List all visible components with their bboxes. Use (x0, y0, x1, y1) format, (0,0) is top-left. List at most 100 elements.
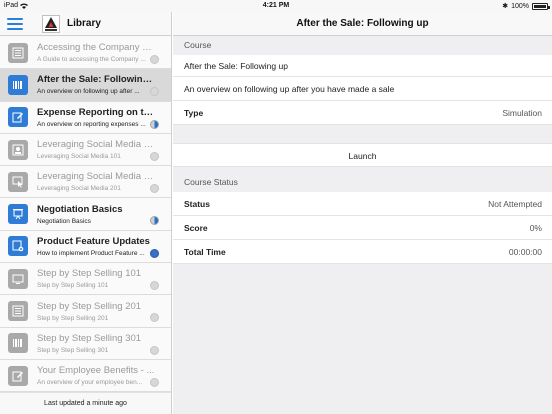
sidebar-item[interactable]: Leveraging Social Media fo... Leveraging … (0, 133, 171, 167)
battery-icon (532, 2, 550, 10)
sidebar-item-subtitle: Step by Step Selling 301 (37, 346, 109, 354)
total-time-value: 00:00:00 (508, 246, 542, 257)
pencil-note-icon (8, 365, 28, 386)
bluetooth-icon: ✱ (502, 3, 509, 10)
clock: 4:21 PM (262, 2, 290, 9)
course-description: An overview on following up after you ha… (184, 83, 395, 94)
type-row: Type Simulation (173, 101, 552, 125)
sidebar-item-title: Your Employee Benefits - ... (37, 365, 155, 377)
sidebar-item-title: Step by Step Selling 201 (37, 300, 142, 312)
sidebar-item[interactable]: Step by Step Selling 301 Step by Step Sel… (0, 327, 171, 360)
course-section-label: Course (184, 40, 212, 50)
sidebar-item-title: After the Sale: Following up (37, 74, 155, 86)
total-time-row: Total Time 00:00:00 (173, 240, 552, 264)
progress-status-icon (150, 216, 159, 226)
document-list-icon (8, 42, 28, 63)
course-detail: After the Sale: Following up Course Afte… (173, 12, 552, 414)
sidebar-item-subtitle: Step by Step Selling 101 (37, 282, 109, 290)
sidebar-item-text: Expense Reporting on the ... An overview … (37, 107, 155, 128)
page-title: After the Sale: Following up (173, 12, 552, 36)
library-sidebar: Library Accessing the Company Be... A Gui… (0, 12, 172, 414)
status-bar: iPad 4:21 PM ✱ 100% (0, 0, 552, 12)
progress-status-icon (150, 345, 159, 355)
sidebar-item[interactable]: Product Feature Updates How to implement … (0, 230, 171, 264)
sidebar-item-title: Accessing the Company Be... (37, 42, 155, 54)
sidebar-item[interactable]: Your Employee Benefits - ... An overview … (0, 359, 171, 393)
sidebar-item-text: Step by Step Selling 201 Step by Step Sel… (37, 301, 155, 322)
sidebar-item[interactable]: Expense Reporting on the ... An overview … (0, 101, 171, 134)
sidebar-item[interactable]: After the Sale: Following up An overview … (0, 69, 171, 102)
progress-status-icon (150, 119, 159, 129)
course-name: After the Sale: Following up (184, 60, 288, 71)
progress-status-icon (150, 55, 159, 64)
pencil-note-icon (8, 107, 28, 128)
sidebar-item-title: Leveraging Social Media fo... (37, 139, 155, 151)
progress-status-icon (150, 151, 159, 161)
progress-status-icon (150, 377, 159, 387)
status-row: Status Not Attempted (173, 192, 552, 216)
status-right: ✱ 100% (502, 2, 550, 10)
type-label: Type (184, 107, 204, 118)
sidebar-item-subtitle: Leveraging Social Media 201 (37, 185, 121, 193)
progress-status-icon (150, 87, 159, 97)
progress-status-icon (150, 281, 159, 291)
course-name-cell: After the Sale: Following up (173, 55, 552, 77)
sidebar-item-title: Negotiation Basics (37, 203, 123, 215)
sidebar-item-text: Leveraging Social Media fo... Leveraging … (37, 171, 155, 192)
cursor-screen-icon (8, 171, 28, 192)
course-list: Accessing the Company Be... A Guide to ac… (0, 37, 171, 393)
course-description-cell: An overview on following up after you ha… (173, 77, 552, 101)
app-logo (42, 14, 60, 33)
menu-icon[interactable] (7, 17, 23, 30)
sidebar-title: Library (67, 18, 101, 29)
sidebar-item-title: Step by Step Selling 301 (37, 332, 142, 344)
status-value: Not Attempted (488, 198, 542, 209)
barcode-icon (8, 74, 28, 95)
sidebar-item-text: Leveraging Social Media fo... Leveraging … (37, 139, 155, 160)
sidebar-item-text: Step by Step Selling 301 Step by Step Sel… (37, 333, 155, 354)
sidebar-item-subtitle: Leveraging Social Media 101 (37, 153, 121, 161)
sidebar-item-title: Product Feature Updates (37, 235, 150, 247)
document-list-icon (8, 301, 28, 322)
sidebar-item-text: Product Feature Updates How to implement … (37, 236, 155, 257)
sidebar-item-text: Negotiation Basics Negotiation Basics (37, 204, 155, 225)
person-card-icon (8, 139, 28, 160)
sidebar-item-subtitle: Step by Step Selling 201 (37, 314, 109, 322)
sidebar-item-subtitle: An overview on reporting expenses ... (37, 120, 146, 128)
type-value: Simulation (502, 107, 542, 118)
status-label: Status (184, 198, 210, 209)
sidebar-item-subtitle: Negotiation Basics (37, 217, 91, 225)
score-row: Score 0% (173, 216, 552, 240)
sidebar-item-title: Leveraging Social Media fo... (37, 171, 155, 183)
sidebar-item-title: Step by Step Selling 101 (37, 268, 142, 280)
sidebar-item-text: Accessing the Company Be... A Guide to ac… (37, 42, 155, 63)
sidebar-item[interactable]: Negotiation Basics Negotiation Basics (0, 198, 171, 231)
sidebar-item-subtitle: An overview of your employee ben... (37, 379, 143, 387)
sidebar-item[interactable]: Step by Step Selling 101 Step by Step Sel… (0, 263, 171, 296)
progress-status-icon (150, 313, 159, 323)
progress-status-icon (150, 184, 159, 194)
presentation-icon (8, 204, 28, 225)
sidebar-item[interactable]: Step by Step Selling 201 Step by Step Sel… (0, 295, 171, 328)
sidebar-item-text: Your Employee Benefits - ... An overview … (37, 365, 155, 386)
sidebar-item-subtitle: A Guide to accessing the Company ... (37, 56, 146, 64)
sidebar-item-text: Step by Step Selling 101 Step by Step Sel… (37, 268, 155, 289)
launch-button[interactable]: Launch (173, 143, 552, 167)
total-time-label: Total Time (184, 246, 226, 257)
sidebar-item[interactable]: Accessing the Company Be... A Guide to ac… (0, 37, 171, 70)
progress-status-icon (150, 248, 159, 258)
sidebar-item-title: Expense Reporting on the ... (37, 106, 155, 118)
last-updated-footer: Last updated a minute ago (0, 392, 171, 414)
gear-doc-icon (8, 236, 28, 257)
screen-icon (8, 268, 28, 289)
score-label: Score (184, 222, 208, 233)
score-value: 0% (529, 222, 542, 233)
sidebar-item-subtitle: How to implement Product Feature ... (37, 249, 145, 257)
battery-percent: 100% (511, 2, 529, 10)
sidebar-item-subtitle: An overview on following up after ... (37, 88, 140, 96)
sidebar-item[interactable]: Leveraging Social Media fo... Leveraging … (0, 166, 171, 199)
course-status-section-label: Course Status (184, 177, 238, 187)
barcode-icon (8, 333, 28, 354)
sidebar-item-text: After the Sale: Following up An overview … (37, 74, 155, 95)
